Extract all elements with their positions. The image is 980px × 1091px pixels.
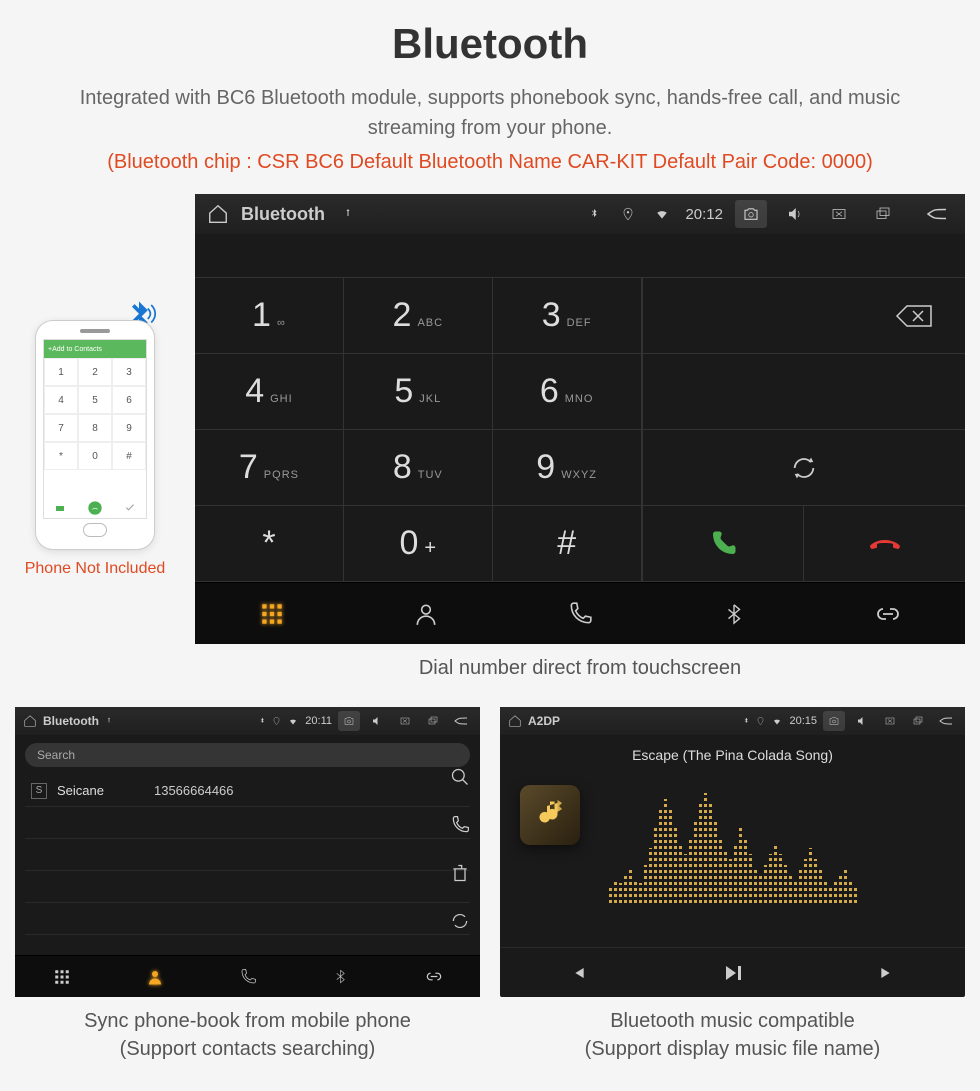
nav-dialpad[interactable] <box>15 956 108 997</box>
clock: 20:12 <box>685 206 723 223</box>
close-button[interactable] <box>823 200 855 228</box>
contact-badge: S <box>31 783 47 799</box>
delete-icon[interactable] <box>450 863 470 883</box>
app-title: Bluetooth <box>43 714 99 728</box>
page-subtitle: Integrated with BC6 Bluetooth module, su… <box>15 83 965 143</box>
key-7[interactable]: 7PQRS <box>195 430 344 506</box>
hangup-button[interactable] <box>803 506 965 581</box>
wifi-icon <box>651 203 673 225</box>
screenshot-button[interactable] <box>823 711 845 731</box>
backspace-button[interactable] <box>642 278 965 353</box>
contact-name: Seicane <box>57 783 104 798</box>
bluetooth-status-icon <box>583 203 605 225</box>
next-track-button[interactable] <box>878 963 898 983</box>
location-icon <box>756 716 765 726</box>
key-2[interactable]: 2ABC <box>344 278 493 354</box>
key-0[interactable]: 0+ <box>344 506 493 582</box>
recent-apps-button[interactable] <box>422 711 444 731</box>
phonebook-screen: Bluetooth 20:11 Search S <box>15 707 480 997</box>
clock: 20:15 <box>789 715 817 727</box>
nav-bluetooth[interactable] <box>294 956 387 997</box>
usb-icon <box>105 716 113 726</box>
home-icon[interactable] <box>207 203 229 225</box>
volume-button[interactable] <box>366 711 388 731</box>
home-icon[interactable] <box>508 714 522 728</box>
bluetooth-status-icon <box>742 716 750 726</box>
wifi-icon <box>287 717 299 726</box>
key-9[interactable]: 9WXYZ <box>493 430 642 506</box>
nav-contacts[interactable] <box>108 956 201 997</box>
dialer-caption: Dial number direct from touchscreen <box>195 654 965 682</box>
contact-row[interactable]: S Seicane 13566664466 <box>25 775 470 807</box>
dialer-screen: Bluetooth 20:12 1∞ <box>195 194 965 644</box>
screenshot-button[interactable] <box>735 200 767 228</box>
nav-bluetooth[interactable] <box>657 583 811 644</box>
refresh-button[interactable] <box>642 430 965 505</box>
nav-pair[interactable] <box>811 583 965 644</box>
key-star[interactable]: * <box>195 506 344 582</box>
location-icon <box>272 716 281 726</box>
search-input[interactable]: Search <box>25 743 470 767</box>
phonebook-caption: Sync phone-book from mobile phone (Suppo… <box>15 1007 480 1063</box>
contact-number: 13566664466 <box>154 783 234 798</box>
music-screen: A2DP 20:15 Escape (The Pina Colada Song) <box>500 707 965 997</box>
nav-contacts[interactable] <box>349 583 503 644</box>
close-button[interactable] <box>394 711 416 731</box>
volume-button[interactable] <box>779 200 811 228</box>
sync-icon[interactable] <box>450 911 470 931</box>
key-1[interactable]: 1∞ <box>195 278 344 354</box>
call-icon[interactable] <box>450 815 470 835</box>
app-title: A2DP <box>528 714 560 728</box>
key-3[interactable]: 3DEF <box>493 278 642 354</box>
album-art-icon <box>520 785 580 845</box>
search-icon[interactable] <box>450 767 470 787</box>
back-button[interactable] <box>450 711 472 731</box>
prev-track-button[interactable] <box>567 963 587 983</box>
page-title: Bluetooth <box>15 20 965 68</box>
phone-mockup: + Add to Contacts 123 456 789 *0# <box>35 320 155 550</box>
dialpad: 1∞ 2ABC 3DEF 4GHI 5JKL 6MNO 7PQRS 8TUV 9… <box>195 278 642 582</box>
recent-apps-button[interactable] <box>867 200 899 228</box>
key-hash[interactable]: # <box>493 506 642 582</box>
app-title: Bluetooth <box>241 204 325 225</box>
spec-line: (Bluetooth chip : CSR BC6 Default Blueto… <box>15 151 965 174</box>
song-title: Escape (The Pina Colada Song) <box>632 747 833 763</box>
dial-display <box>195 234 965 278</box>
play-pause-button[interactable] <box>720 961 744 985</box>
back-button[interactable] <box>921 200 953 228</box>
key-6[interactable]: 6MNO <box>493 354 642 430</box>
bottom-nav <box>195 582 965 644</box>
back-button[interactable] <box>935 711 957 731</box>
nav-recent[interactable] <box>503 583 657 644</box>
status-bar: Bluetooth 20:12 <box>195 194 965 234</box>
music-caption: Bluetooth music compatible (Support disp… <box>500 1007 965 1063</box>
screenshot-button[interactable] <box>338 711 360 731</box>
key-5[interactable]: 5JKL <box>344 354 493 430</box>
nav-dialpad[interactable] <box>195 583 349 644</box>
bluetooth-status-icon <box>258 716 266 726</box>
key-8[interactable]: 8TUV <box>344 430 493 506</box>
recent-apps-button[interactable] <box>907 711 929 731</box>
call-button[interactable] <box>642 506 804 581</box>
home-icon[interactable] <box>23 714 37 728</box>
usb-icon <box>337 203 359 225</box>
nav-recent[interactable] <box>201 956 294 997</box>
close-button[interactable] <box>879 711 901 731</box>
phone-caption: Phone Not Included <box>25 560 166 578</box>
volume-button[interactable] <box>851 711 873 731</box>
nav-pair[interactable] <box>387 956 480 997</box>
location-icon <box>617 203 639 225</box>
key-4[interactable]: 4GHI <box>195 354 344 430</box>
clock: 20:11 <box>305 715 332 727</box>
wifi-icon <box>771 717 783 726</box>
phone-app-header: + Add to Contacts <box>44 340 146 358</box>
audio-visualizer <box>535 793 930 903</box>
phone-dialpad: 123 456 789 *0# <box>44 358 146 498</box>
